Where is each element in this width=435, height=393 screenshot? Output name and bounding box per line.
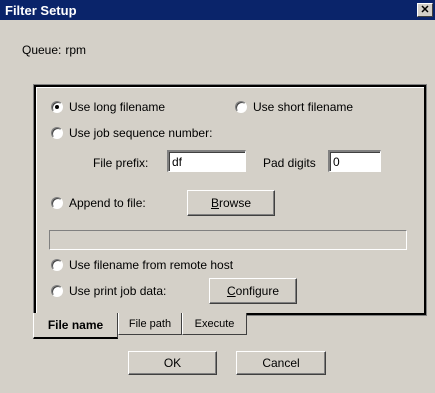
ok-button-label: OK [163,356,182,370]
append-path-field[interactable] [49,230,407,250]
tab-execute[interactable]: Execute [182,313,247,335]
tab-file-path-label: File path [128,317,172,330]
tab-file-path[interactable]: File path [118,313,182,335]
tab-file-name-label: File name [47,318,104,332]
radio-short-filename-label: Use short filename [253,100,354,114]
pad-digits-label: Pad digits [263,156,316,170]
radio-print-job-data[interactable]: Use print job data: [51,284,166,298]
window-title: Filter Setup [5,2,77,18]
ok-button[interactable]: OK [128,351,217,375]
radio-long-filename[interactable]: Use long filename [51,100,165,114]
radio-remote-host-indicator[interactable] [51,259,63,271]
panel-inner: Use long filename Use short filename Use… [36,87,424,313]
title-bar: Filter Setup ✕ [0,0,435,20]
radio-job-sequence-label: Use job sequence number: [69,126,213,140]
browse-button-label: Browse [210,196,252,210]
queue-label: Queue: [22,43,62,57]
radio-remote-host-label: Use filename from remote host [69,258,234,272]
radio-append-to-file-label: Append to file: [69,196,146,210]
radio-print-job-data-label: Use print job data: [69,284,167,298]
radio-short-filename-indicator[interactable] [235,101,247,113]
configure-button[interactable]: Configure [209,278,297,304]
tab-execute-label: Execute [194,317,235,330]
queue-info: Queue: rpm [22,43,86,57]
filename-options-panel: Use long filename Use short filename Use… [33,84,427,316]
file-prefix-input[interactable] [167,150,246,172]
cancel-button-label: Cancel [262,356,300,370]
browse-button[interactable]: Browse [187,190,275,216]
close-icon: ✕ [420,4,430,16]
radio-append-to-file[interactable]: Append to file: [51,196,146,210]
radio-long-filename-label: Use long filename [69,100,166,114]
queue-value: rpm [65,43,87,57]
radio-long-filename-indicator[interactable] [51,101,63,113]
close-button[interactable]: ✕ [417,3,433,17]
cancel-button[interactable]: Cancel [236,351,326,375]
file-prefix-label: File prefix: [93,156,149,170]
radio-short-filename[interactable]: Use short filename [235,100,353,114]
radio-append-to-file-indicator[interactable] [51,197,63,209]
radio-remote-host[interactable]: Use filename from remote host [51,258,233,272]
pad-digits-input[interactable] [328,150,381,172]
configure-button-label: Configure [226,284,280,298]
tab-file-name[interactable]: File name [33,313,118,339]
radio-job-sequence[interactable]: Use job sequence number: [51,126,212,140]
radio-print-job-data-indicator[interactable] [51,285,63,297]
radio-job-sequence-indicator[interactable] [51,127,63,139]
